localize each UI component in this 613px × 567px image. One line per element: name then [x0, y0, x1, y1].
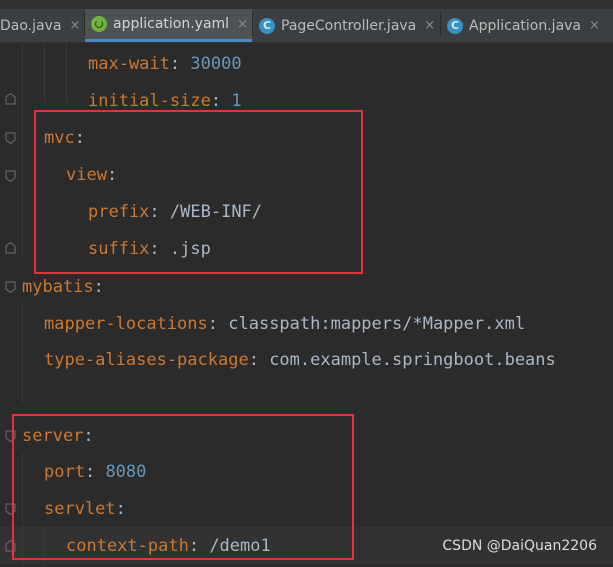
tab-pagecontroller-java[interactable]: C PageController.java × [259, 9, 435, 42]
yaml-separator: : [210, 91, 232, 111]
tab-bar-top-strip [0, 0, 613, 9]
yaml-separator: : [93, 277, 104, 297]
tab-label: Application.java [469, 17, 582, 34]
yaml-key: max-wait [88, 54, 170, 74]
tab-application-java[interactable]: C Application.java × [447, 9, 600, 42]
indent-guide [44, 43, 45, 103]
highlight-box-mvc [34, 110, 363, 274]
yaml-value: classpath:mappers/*Mapper.xml [228, 314, 526, 334]
editor-tab-bar: Dao.java × application.yaml × C PageCont… [0, 0, 613, 43]
yaml-value: 30000 [190, 54, 242, 74]
java-class-icon: C [259, 17, 275, 34]
yaml-key: mybatis [22, 277, 94, 297]
tab-label: application.yaml [113, 16, 230, 32]
indent-guide [22, 303, 23, 403]
close-icon[interactable]: × [237, 17, 248, 32]
yaml-separator: : [207, 314, 229, 334]
code-line: type-aliases-package: com.example.spring… [44, 350, 556, 370]
tab-label: PageController.java [281, 17, 417, 34]
watermark: CSDN @DaiQuan2206 [442, 538, 597, 554]
spring-boot-icon: C [447, 17, 463, 34]
fold-start-icon[interactable] [5, 170, 16, 182]
close-icon[interactable]: × [69, 18, 80, 33]
indent-guide [22, 43, 23, 257]
tab-divider [252, 12, 253, 36]
code-line: initial-size: 1 [88, 91, 242, 111]
tab-label: Dao.java [0, 17, 62, 34]
close-icon[interactable]: × [424, 18, 435, 33]
tab-divider [440, 12, 441, 36]
fold-start-icon[interactable] [5, 281, 16, 293]
highlight-box-server [12, 414, 354, 560]
spring-boot-icon [91, 16, 107, 32]
yaml-value: 1 [231, 91, 242, 111]
fold-start-icon[interactable] [5, 132, 16, 144]
yaml-key: mapper-locations [44, 314, 208, 334]
tab-dao-java[interactable]: Dao.java × [0, 9, 80, 42]
indent-guide [66, 43, 67, 103]
fold-end-icon[interactable] [5, 242, 16, 254]
code-line: max-wait: 30000 [88, 54, 242, 74]
yaml-separator: : [169, 54, 191, 74]
close-icon[interactable]: × [589, 18, 600, 33]
fold-end-icon[interactable] [5, 93, 16, 105]
code-line: mybatis: [22, 277, 104, 297]
tab-application-yaml[interactable]: application.yaml × [85, 9, 252, 42]
yaml-key: type-aliases-package [44, 350, 249, 370]
code-line: mapper-locations: classpath:mappers/*Map… [44, 314, 525, 334]
yaml-value: com.example.springboot.beans [269, 350, 556, 370]
yaml-key: initial-size [88, 91, 211, 111]
yaml-separator: : [248, 350, 270, 370]
